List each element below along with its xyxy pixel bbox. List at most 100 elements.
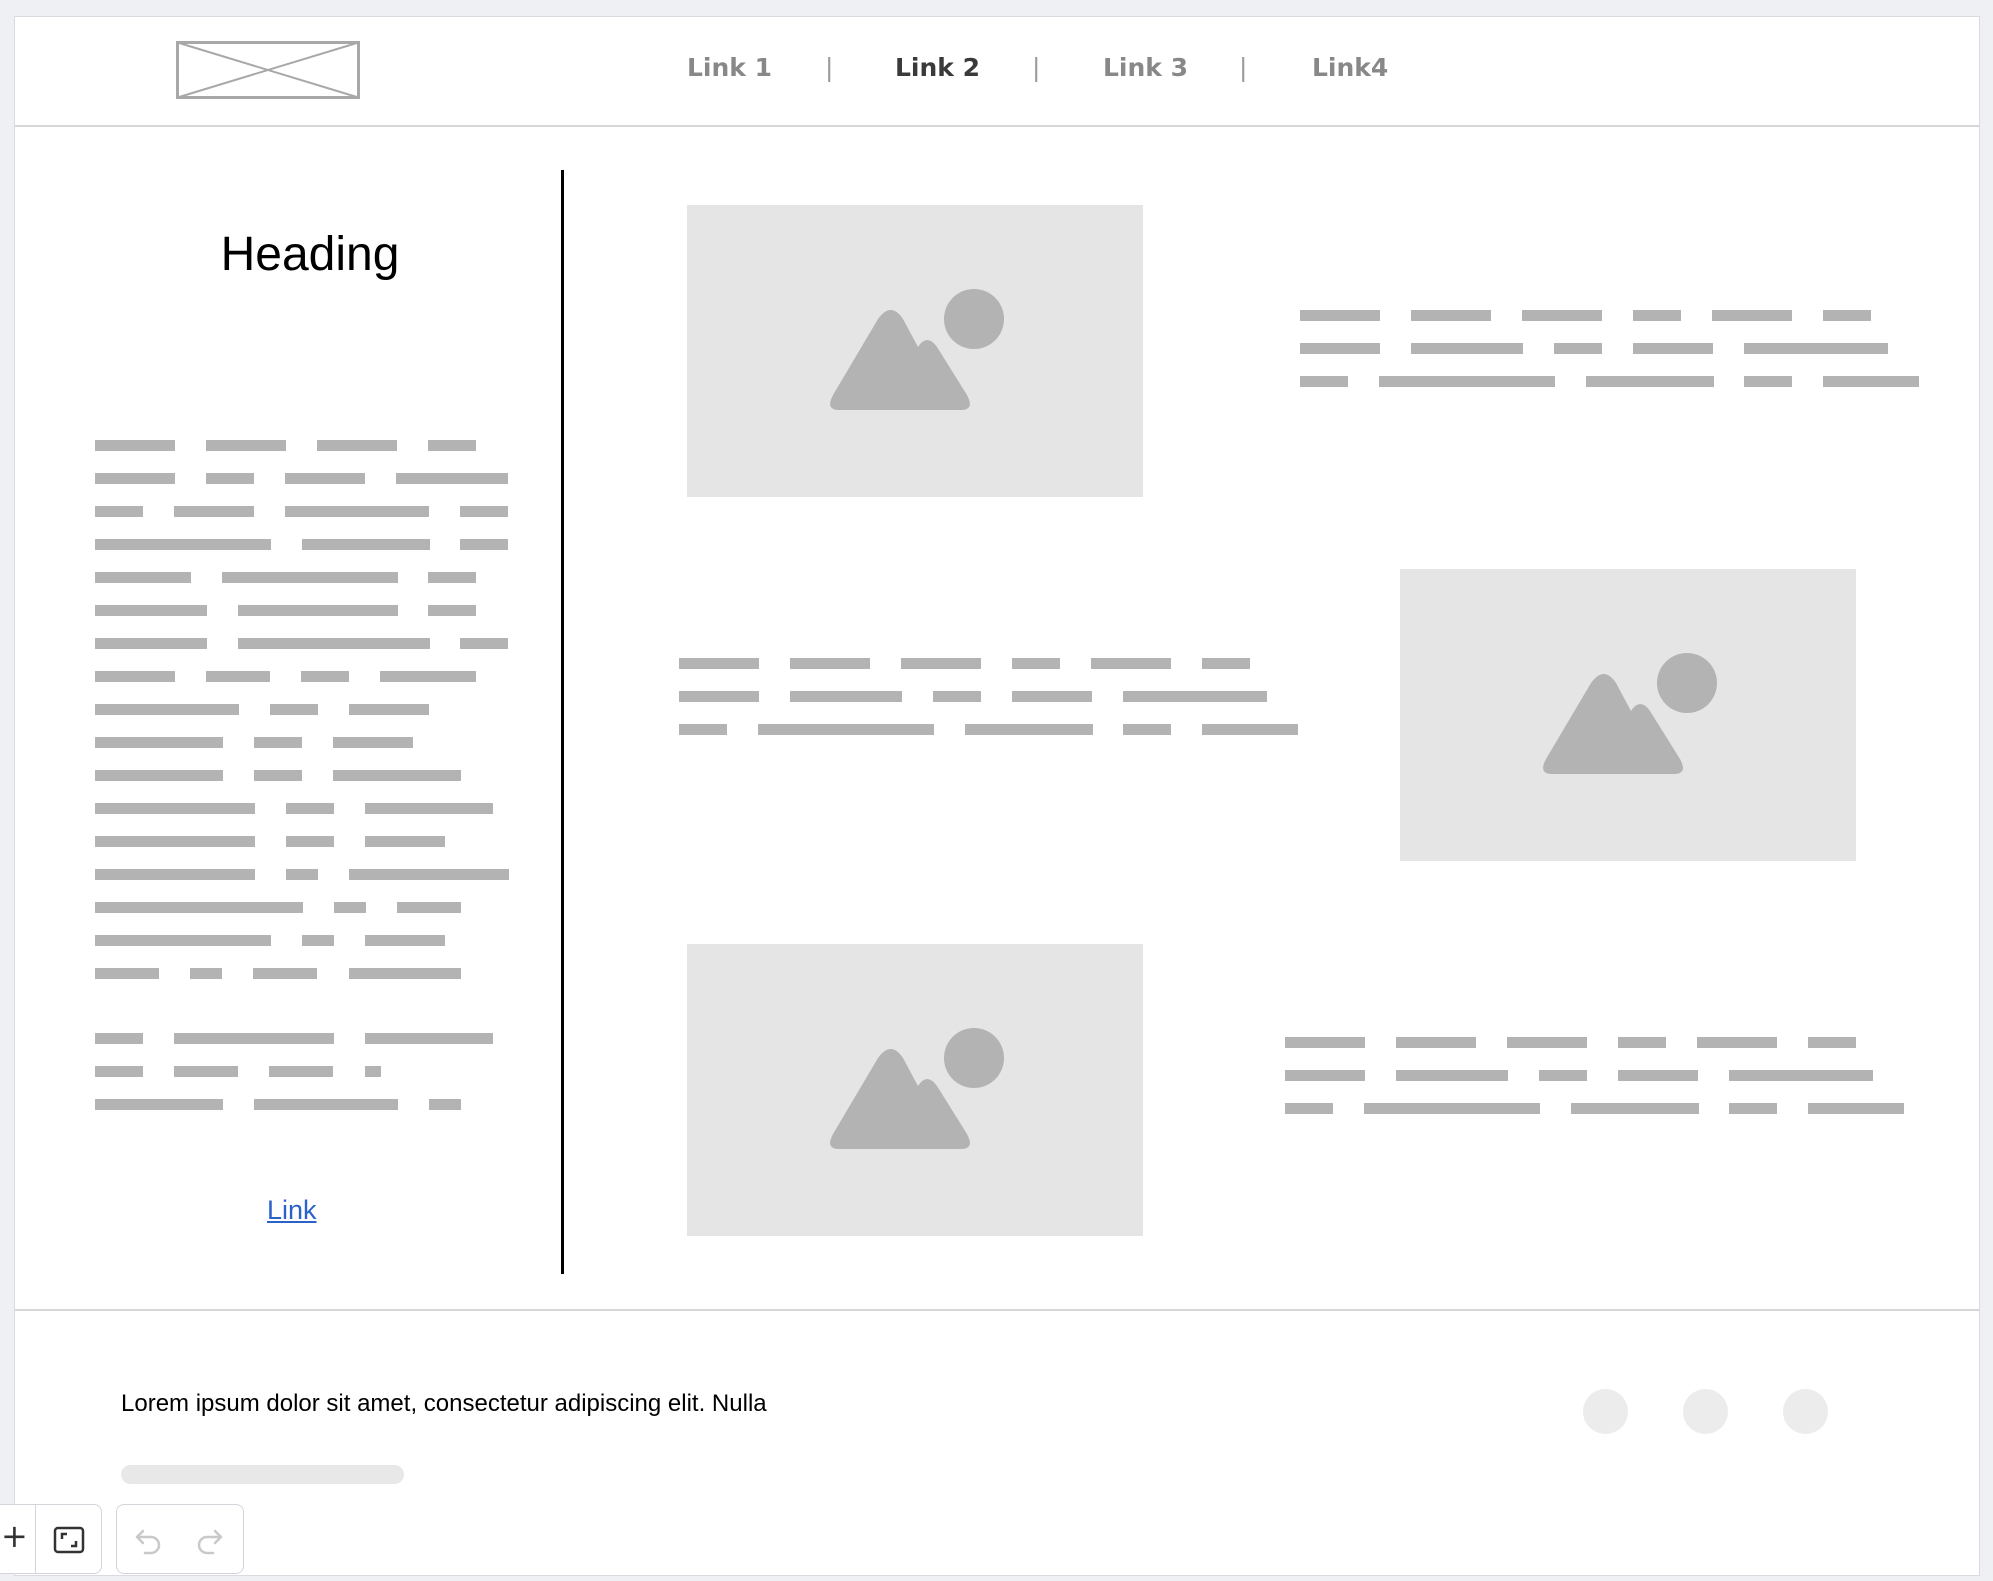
nav-link-4[interactable]: Link4 <box>1312 53 1388 82</box>
text-placeholder-bar <box>1091 658 1171 669</box>
text-placeholder-bar <box>790 658 870 669</box>
text-placeholder-bar <box>349 704 429 715</box>
text-placeholder-bar <box>270 704 318 715</box>
text-placeholder-bar <box>1586 376 1714 387</box>
text-placeholder-bar <box>1808 1103 1904 1114</box>
text-placeholder-bar <box>95 671 175 682</box>
text-placeholder-bar <box>206 473 254 484</box>
text-placeholder-bar <box>1507 1037 1587 1048</box>
social-circle-icon[interactable] <box>1683 1389 1728 1434</box>
history-control-group <box>116 1504 244 1574</box>
text-placeholder-bar <box>1633 310 1681 321</box>
text-placeholder-bar <box>429 1099 461 1110</box>
text-placeholder-bar <box>254 770 302 781</box>
footer-text: Lorem ipsum dolor sit amet, consectetur … <box>121 1390 767 1417</box>
wireframe-canvas: Link 1 | Link 2 | Link 3 | Link4 Heading… <box>14 16 1980 1576</box>
text-placeholder-bar <box>95 473 175 484</box>
text-placeholder-bar <box>253 968 317 979</box>
fit-screen-icon[interactable] <box>53 1524 85 1556</box>
image-placeholder-icon <box>830 1028 1004 1149</box>
text-placeholder-bar <box>679 691 759 702</box>
text-placeholder-bar <box>1618 1037 1666 1048</box>
text-placeholder-bar <box>95 803 255 814</box>
text-placeholder-bar <box>1554 343 1602 354</box>
text-placeholder-bar <box>95 968 159 979</box>
text-placeholder-bar <box>1633 343 1713 354</box>
image-placeholder-3 <box>687 944 1143 1236</box>
text-placeholder-bar <box>1411 310 1491 321</box>
footer-text-placeholder <box>121 1465 404 1484</box>
image-placeholder-icon <box>1543 653 1717 774</box>
text-placeholder-bar <box>1618 1070 1698 1081</box>
text-placeholder-bar <box>254 737 302 748</box>
text-placeholder-bar <box>1012 658 1060 669</box>
social-circle-icon[interactable] <box>1583 1389 1628 1434</box>
text-placeholder-bar <box>1744 376 1792 387</box>
image-placeholder-1 <box>687 205 1143 497</box>
text-placeholder-bar <box>1364 1103 1540 1114</box>
text-placeholder-bar <box>758 724 934 735</box>
text-placeholder-bar <box>95 935 271 946</box>
nav-link-1[interactable]: Link 1 <box>687 53 772 82</box>
text-placeholder-bar <box>1285 1070 1365 1081</box>
text-placeholder-bar <box>1712 310 1792 321</box>
nav-separator: | <box>825 53 834 82</box>
text-placeholder-bar <box>286 836 334 847</box>
text-placeholder-bar <box>95 770 223 781</box>
text-placeholder-bar <box>269 1066 333 1077</box>
text-placeholder-bar <box>428 605 476 616</box>
nav-link-2[interactable]: Link 2 <box>895 53 980 82</box>
text-placeholder-bar <box>1396 1070 1508 1081</box>
text-placeholder-bar <box>1729 1070 1873 1081</box>
text-placeholder-bar <box>679 724 727 735</box>
text-placeholder-bar <box>1823 310 1871 321</box>
text-placeholder-bar <box>1379 376 1555 387</box>
editor-toolbar: + <box>0 1504 1993 1581</box>
text-placeholder-bar <box>238 638 430 649</box>
text-placeholder-bar <box>1123 724 1171 735</box>
text-placeholder-bar <box>285 473 365 484</box>
text-placeholder-bar <box>285 506 429 517</box>
text-placeholder-bar <box>365 1066 381 1077</box>
text-placeholder-bar <box>286 803 334 814</box>
text-placeholder-bar <box>190 968 222 979</box>
text-placeholder-bar <box>365 935 445 946</box>
text-placeholder-bar <box>1300 310 1380 321</box>
text-placeholder-bar <box>95 1066 143 1077</box>
text-placeholder-bar <box>1396 1037 1476 1048</box>
vertical-divider <box>561 170 564 1274</box>
text-placeholder-bar <box>95 869 255 880</box>
text-placeholder-bar <box>428 440 476 451</box>
add-button[interactable]: + <box>1 1517 28 1555</box>
text-placeholder-bar <box>1729 1103 1777 1114</box>
text-placeholder-bar <box>1202 724 1298 735</box>
text-placeholder-bar <box>174 1033 334 1044</box>
social-circle-icon[interactable] <box>1783 1389 1828 1434</box>
text-placeholder-bar <box>428 572 476 583</box>
text-placeholder-bar <box>254 1099 398 1110</box>
undo-icon[interactable] <box>133 1525 163 1555</box>
text-placeholder-bar <box>95 539 271 550</box>
text-placeholder-bar <box>222 572 398 583</box>
text-placeholder-bar <box>95 1099 223 1110</box>
text-placeholder-bar <box>1123 691 1267 702</box>
text-placeholder-bar <box>334 902 366 913</box>
text-placeholder-bar <box>365 803 493 814</box>
text-placeholder-bar <box>1823 376 1919 387</box>
text-placeholder-bar <box>317 440 397 451</box>
text-placeholder-bar <box>95 506 143 517</box>
text-placeholder-bar <box>174 506 254 517</box>
redo-icon[interactable] <box>195 1525 225 1555</box>
text-placeholder-bar <box>1012 691 1092 702</box>
text-placeholder-bar <box>396 473 508 484</box>
text-placeholder-bar <box>95 902 303 913</box>
text-placeholder-bar <box>206 671 270 682</box>
text-placeholder-bar <box>933 691 981 702</box>
text-placeholder-bar <box>365 836 445 847</box>
sidebar-link[interactable]: Link <box>267 1195 317 1226</box>
text-placeholder-bar <box>679 658 759 669</box>
text-placeholder-bar <box>302 539 430 550</box>
nav-link-3[interactable]: Link 3 <box>1103 53 1188 82</box>
site-header: Link 1 | Link 2 | Link 3 | Link4 <box>15 17 1979 127</box>
text-placeholder-bar <box>95 638 207 649</box>
